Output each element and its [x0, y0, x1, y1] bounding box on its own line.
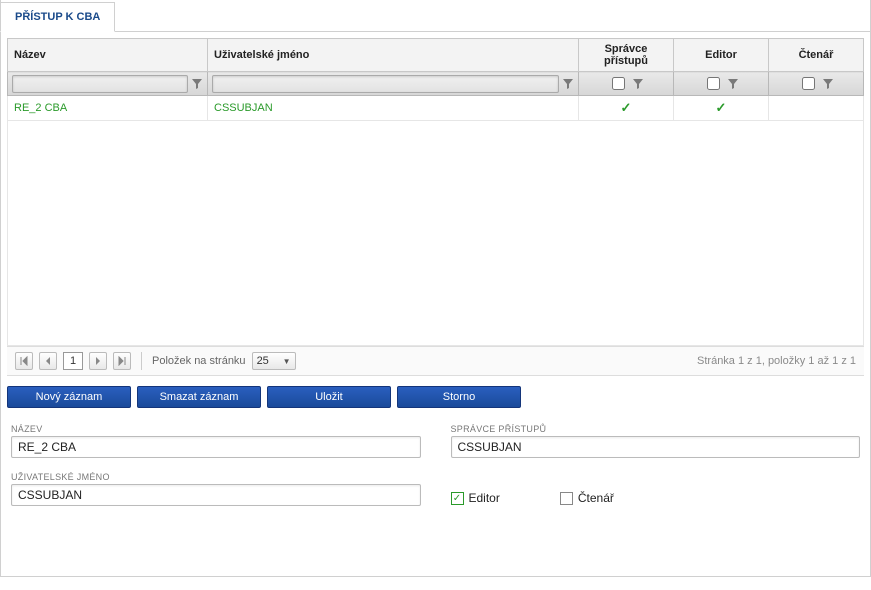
filter-icon[interactable]	[632, 78, 644, 90]
table-row[interactable]: RE_2 CBA CSSUBJAN ✓ ✓	[8, 96, 864, 121]
editor-checkbox[interactable]: ✓	[451, 492, 464, 505]
filter-icon[interactable]	[822, 78, 834, 90]
pager-page-input[interactable]: 1	[63, 352, 83, 370]
grid-empty-space	[7, 121, 864, 346]
pager-items-per-page-label: Položek na stránku	[152, 355, 246, 367]
action-bar: Nový záznam Smazat záznam Uložit Storno	[1, 376, 870, 424]
check-icon: ✓	[716, 100, 727, 115]
editor-checkbox-label: Editor	[469, 491, 500, 505]
new-record-button[interactable]: Nový záznam	[7, 386, 131, 408]
save-button[interactable]: Uložit	[267, 386, 391, 408]
editor-checkbox-wrap[interactable]: ✓ Editor	[451, 491, 500, 505]
cancel-button[interactable]: Storno	[397, 386, 521, 408]
cell-reader	[769, 96, 864, 121]
pager-last-button[interactable]	[113, 352, 131, 370]
filter-name-input[interactable]	[12, 75, 188, 93]
cell-access-manager: ✓	[579, 96, 674, 121]
filter-username-input[interactable]	[212, 75, 559, 93]
tab-strip: PŘÍSTUP K CBA	[1, 0, 870, 32]
filter-access-manager-checkbox[interactable]	[612, 77, 625, 90]
tab-access[interactable]: PŘÍSTUP K CBA	[0, 2, 115, 32]
pager-page-size-select[interactable]: 25 ▼	[252, 352, 296, 370]
reader-checkbox[interactable]	[560, 492, 573, 505]
data-grid: Název Uživatelské jméno Správce přístupů…	[7, 38, 864, 346]
reader-checkbox-label: Čtenář	[578, 491, 614, 505]
filter-reader-checkbox[interactable]	[802, 77, 815, 90]
cell-name: RE_2 CBA	[8, 96, 208, 121]
filter-editor-checkbox[interactable]	[707, 77, 720, 90]
pager-page-size-value: 25	[257, 355, 269, 367]
divider	[141, 352, 142, 370]
cell-username: CSSUBJAN	[208, 96, 579, 121]
pager-first-button[interactable]	[15, 352, 33, 370]
access-manager-input[interactable]	[451, 436, 861, 458]
username-label: UŽIVATELSKÉ JMÉNO	[11, 472, 421, 482]
name-label: NÁZEV	[11, 424, 421, 434]
reader-checkbox-wrap[interactable]: Čtenář	[560, 491, 614, 505]
check-icon: ✓	[621, 100, 632, 115]
delete-record-button[interactable]: Smazat záznam	[137, 386, 261, 408]
col-header-username[interactable]: Uživatelské jméno	[208, 39, 579, 72]
col-header-editor[interactable]: Editor	[674, 39, 769, 72]
cell-editor: ✓	[674, 96, 769, 121]
access-manager-label: SPRÁVCE PŘÍSTUPŮ	[451, 424, 861, 434]
pager-next-button[interactable]	[89, 352, 107, 370]
pager: 1 Položek na stránku 25 ▼ Stránka 1 z 1,…	[7, 346, 864, 376]
filter-icon[interactable]	[727, 78, 739, 90]
col-header-reader[interactable]: Čtenář	[769, 39, 864, 72]
edit-form: NÁZEV SPRÁVCE PŘÍSTUPŮ UŽIVATELSKÉ JMÉNO…	[1, 424, 870, 576]
chevron-down-icon: ▼	[283, 357, 291, 366]
filter-icon[interactable]	[191, 78, 203, 90]
filter-icon[interactable]	[562, 78, 574, 90]
pager-info: Stránka 1 z 1, položky 1 až 1 z 1	[697, 355, 856, 367]
username-input[interactable]	[11, 484, 421, 506]
col-header-access-manager[interactable]: Správce přístupů	[579, 39, 674, 72]
name-input[interactable]	[11, 436, 421, 458]
pager-prev-button[interactable]	[39, 352, 57, 370]
col-header-name[interactable]: Název	[8, 39, 208, 72]
